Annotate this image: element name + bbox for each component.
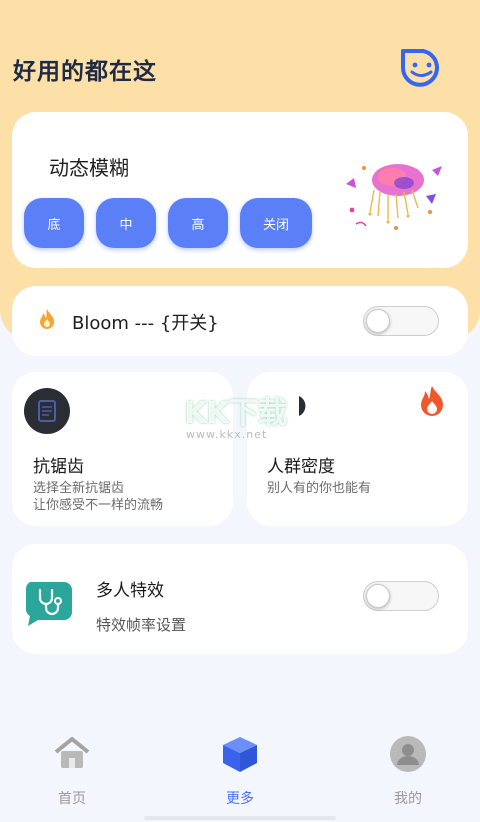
- bloom-toggle[interactable]: [363, 306, 439, 336]
- nav-item-mine[interactable]: 我的: [368, 730, 448, 810]
- home-icon: [54, 737, 90, 768]
- nav-item-more[interactable]: 更多: [200, 730, 280, 810]
- abstract-art-illustration: [346, 164, 442, 230]
- face-icon[interactable]: [397, 47, 443, 87]
- watermark-text: KK下载: [184, 396, 287, 431]
- multiplayer-effects-title: 多人特效: [96, 581, 164, 601]
- watermark-url: www.kkx.net: [186, 428, 268, 441]
- nav-label-more: 更多: [226, 791, 254, 807]
- fire-icon: [40, 309, 54, 329]
- multiplayer-effects-card: 多人特效 特效帧率设置: [12, 544, 468, 654]
- page-title: 好用的都在这: [13, 59, 157, 85]
- nav-label-home: 首页: [58, 791, 86, 807]
- stethoscope-icon: [25, 582, 72, 626]
- cube-icon: [223, 737, 257, 772]
- blur-medium-button[interactable]: 中: [96, 198, 156, 248]
- anti-aliasing-title: 抗锯齿: [33, 457, 84, 477]
- home-indicator: [144, 816, 336, 820]
- blur-low-button[interactable]: 底: [24, 198, 84, 248]
- profile-icon: [390, 736, 426, 772]
- motion-blur-title: 动态模糊: [49, 156, 129, 180]
- bloom-card: Bloom --- {开关}: [12, 286, 468, 356]
- bottom-navigation: 首页 更多 我的: [0, 720, 480, 822]
- blur-high-button[interactable]: 高: [168, 198, 228, 248]
- nav-item-home[interactable]: 首页: [32, 730, 112, 810]
- frame-rate-settings-text: 特效帧率设置: [96, 616, 187, 634]
- anti-aliasing-desc-line1: 选择全新抗锯齿: [33, 481, 125, 496]
- anti-aliasing-desc-line2: 让你感受不一样的流畅: [33, 498, 164, 513]
- antialiasing-icon: [24, 388, 70, 434]
- nav-label-mine: 我的: [394, 791, 422, 807]
- toggle-knob: [366, 584, 390, 608]
- crowd-density-title: 人群密度: [267, 457, 335, 477]
- crowd-density-description: 别人有的你也能有: [267, 481, 372, 496]
- fire-icon: [421, 386, 443, 416]
- blur-off-button[interactable]: 关闭: [240, 198, 312, 248]
- motion-blur-card: 动态模糊 底 中 高 关闭: [12, 112, 468, 268]
- anti-aliasing-description: 选择全新抗锯齿 让你感受不一样的流畅: [33, 480, 163, 514]
- document-icon: [38, 400, 56, 422]
- multiplayer-effects-toggle[interactable]: [363, 581, 439, 611]
- toggle-knob: [366, 309, 390, 333]
- bloom-label: Bloom --- {开关}: [72, 313, 219, 334]
